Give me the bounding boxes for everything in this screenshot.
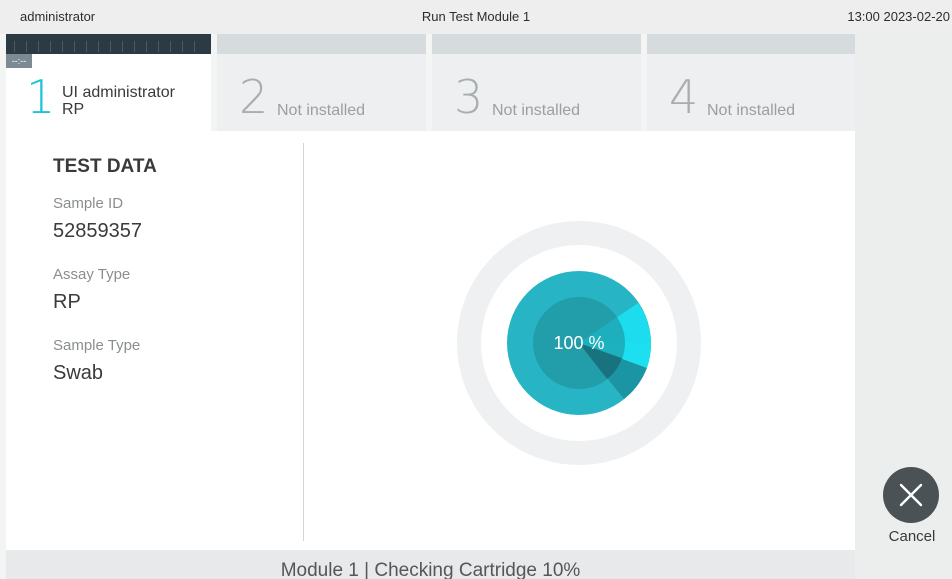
sample-type-label: Sample Type: [53, 337, 141, 354]
assay-type-label: Assay Type: [53, 266, 131, 283]
module-4-number: 4: [669, 70, 699, 124]
sample-type-value: Swab: [53, 362, 104, 384]
module-tab-3[interactable]: 3 Not installed: [432, 34, 641, 131]
module-tab-4[interactable]: 4 Not installed: [647, 34, 855, 131]
module-3-status: Not installed: [492, 102, 581, 119]
module-2-status: Not installed: [277, 102, 366, 119]
module-tab-1[interactable]: --:-- 1 UI administrator RP: [6, 34, 211, 131]
sample-id-label: Sample ID: [53, 195, 124, 212]
top-status-bar: administrator Run Test Module 1 13:00 20…: [0, 0, 952, 34]
panel-divider: [303, 143, 304, 541]
bottom-status-bar: Module 1 | Checking Cartridge 10%: [6, 550, 855, 579]
module-2-number: 2: [239, 70, 269, 124]
test-panel: TEST DATA Sample ID 52859357 Assay Type …: [6, 131, 855, 550]
cancel-button[interactable]: [883, 467, 939, 523]
progress-indicator: 100 %: [457, 221, 701, 465]
assay-type-value: RP: [53, 291, 81, 313]
cancel-label: Cancel: [888, 528, 936, 545]
module-tab-2[interactable]: 2 Not installed: [217, 34, 426, 131]
test-data-title: TEST DATA: [53, 156, 157, 177]
module-4-status: Not installed: [707, 102, 796, 119]
module-1-assay: RP: [62, 101, 85, 118]
close-icon: [899, 483, 923, 507]
module-1-timer: --:--: [6, 54, 32, 68]
module-1-number: 1: [26, 70, 56, 124]
module-1-user: UI administrator: [62, 84, 175, 101]
module-3-number: 3: [454, 70, 484, 124]
module-1-progress-strip: [6, 34, 211, 54]
module-status-text: Module 1 | Checking Cartridge 10%: [280, 560, 581, 579]
clock: 13:00 2023-02-20: [847, 9, 950, 24]
screen-title: Run Test Module 1: [421, 9, 531, 24]
sample-id-value: 52859357: [53, 220, 142, 242]
progress-percent: 100 %: [553, 333, 605, 353]
